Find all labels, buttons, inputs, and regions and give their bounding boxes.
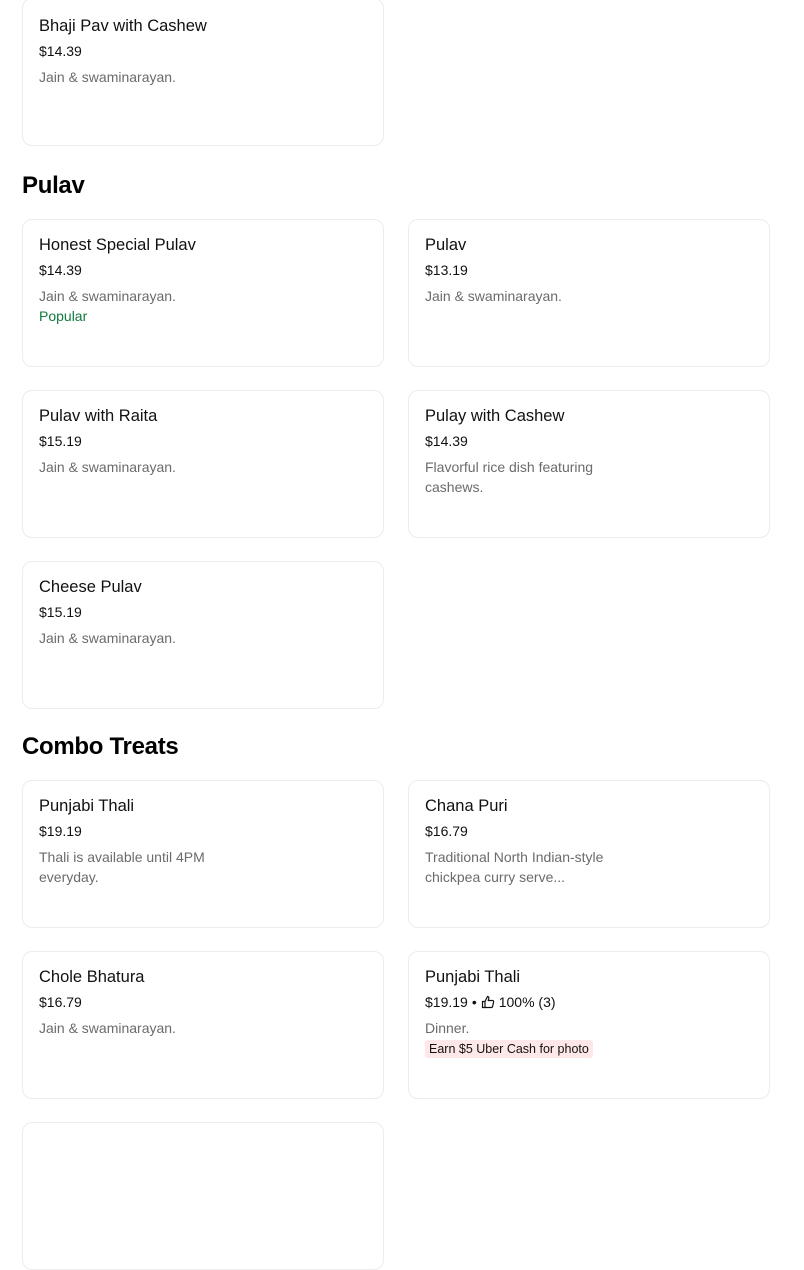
item-name: Pulav with Raita (39, 407, 158, 425)
item-price: $14.39 (425, 433, 468, 449)
item-description: Jain & swaminarayan. (39, 288, 176, 304)
item-name: Bhaji Pav with Cashew (39, 17, 207, 35)
menu-item-card[interactable]: Pulav with Raita $15.19 Jain & swaminara… (22, 390, 384, 538)
section-title: Combo Treats (22, 733, 179, 760)
item-description: Flavorful rice dish featuring cashews. (425, 459, 594, 495)
thumbs-up-icon (481, 995, 495, 1009)
promo-badge: Earn $5 Uber Cash for photo (425, 1040, 593, 1058)
item-name: Pulav (425, 236, 467, 254)
menu-item-card[interactable]: Cheese Pulav $15.19 Jain & swaminarayan. (22, 561, 384, 709)
section-title: Pulav (22, 172, 85, 199)
item-price: $16.79 (39, 994, 82, 1010)
item-description: Jain & swaminarayan. (39, 459, 176, 475)
separator-dot: • (471, 994, 477, 1010)
menu-item-card[interactable]: Pulay with Cashew $14.39 Flavorful rice … (408, 390, 770, 538)
item-description: Jain & swaminarayan. (425, 288, 562, 304)
menu-item-card[interactable]: Punjabi Thali $19.19 Thali is available … (22, 780, 384, 928)
item-description: Jain & swaminarayan. (39, 1020, 176, 1036)
item-price: $15.19 (39, 604, 82, 620)
item-name: Chole Bhatura (39, 968, 145, 986)
item-description: Traditional North Indian-style chickpea … (425, 849, 604, 885)
item-price: $19.19 (39, 823, 82, 839)
item-price: $19.19 • 100% (3) (425, 994, 556, 1010)
item-price: $16.79 (425, 823, 468, 839)
popular-badge: Popular (39, 308, 88, 324)
item-name: Honest Special Pulav (39, 236, 196, 254)
menu-item-card[interactable] (22, 1122, 384, 1270)
menu-item-card[interactable]: Chana Puri $16.79 Traditional North Indi… (408, 780, 770, 928)
menu-item-card[interactable]: Chole Bhatura $16.79 Jain & swaminarayan… (22, 951, 384, 1099)
menu-item-card[interactable]: Honest Special Pulav $14.39 Jain & swami… (22, 219, 384, 367)
item-description: Jain & swaminarayan. (39, 69, 176, 85)
item-price: $14.39 (39, 262, 82, 278)
item-description: Jain & swaminarayan. (39, 630, 176, 646)
item-name: Chana Puri (425, 797, 508, 815)
item-name: Punjabi Thali (39, 797, 135, 815)
item-name: Cheese Pulav (39, 578, 142, 596)
rating-value: 100% (3) (498, 994, 556, 1010)
item-description: Thali is available until 4PM everyday. (39, 849, 205, 885)
item-price: $15.19 (39, 433, 82, 449)
item-price: $13.19 (425, 262, 468, 278)
price-value: $19.19 (425, 994, 468, 1010)
menu-item-card[interactable]: Punjabi Thali $19.19 • 100% (3) Dinner. … (408, 951, 770, 1099)
item-name: Punjabi Thali (425, 968, 521, 986)
item-price: $14.39 (39, 43, 82, 59)
menu-item-card[interactable]: Bhaji Pav with Cashew $14.39 Jain & swam… (22, 0, 384, 146)
item-name: Pulay with Cashew (425, 407, 565, 425)
item-description: Dinner. (425, 1020, 470, 1036)
menu-item-card[interactable]: Pulav $13.19 Jain & swaminarayan. (408, 219, 770, 367)
